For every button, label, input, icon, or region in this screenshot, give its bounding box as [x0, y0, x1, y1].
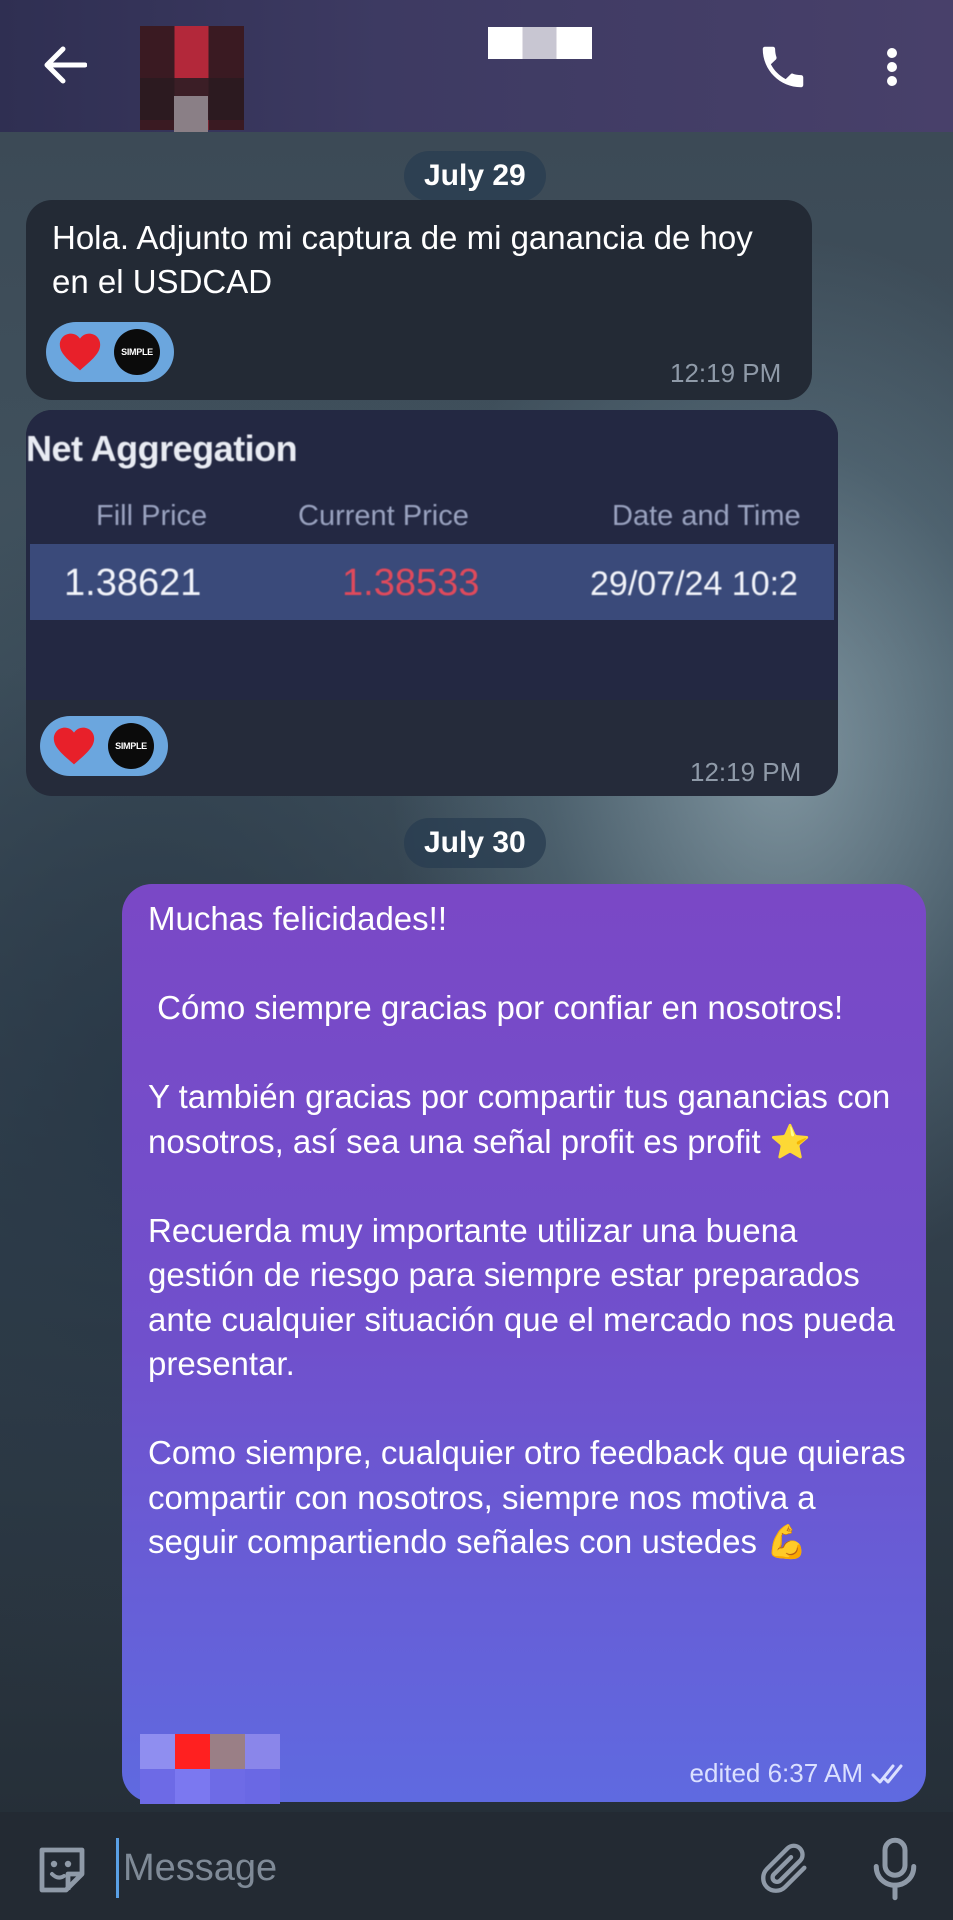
paragraph-spacer — [148, 1387, 908, 1432]
sticker-emoji-icon — [39, 1847, 85, 1893]
heart-icon — [59, 333, 101, 371]
reactor-avatar: SIMPLE — [114, 329, 160, 375]
more-vertical-icon — [887, 48, 897, 58]
date-time-cell: 29/07/24 10:2 — [590, 565, 798, 603]
column-header: Date and Time — [612, 500, 801, 532]
avatar-pixel-block — [174, 96, 208, 132]
reactions-pill[interactable]: SIMPLE — [46, 322, 174, 382]
message-text: Hola. Adjunto mi captura de mi ganancia … — [52, 219, 753, 300]
column-header: Current Price — [298, 500, 469, 532]
arrow-left-icon — [44, 46, 87, 84]
microphone-button[interactable] — [870, 1836, 920, 1902]
message-paragraph: Cómo siempre gracias por confiar en noso… — [148, 989, 844, 1026]
date-separator: July 29 — [404, 151, 546, 201]
message-paragraph: Y también gracias por compartir tus gana… — [148, 1078, 891, 1160]
message-input-bar — [0, 1812, 953, 1920]
sender-avatar — [140, 1734, 280, 1804]
chat-title[interactable] — [488, 27, 592, 59]
message-input[interactable] — [116, 1838, 716, 1898]
phone-icon — [762, 46, 804, 88]
chat-header — [0, 0, 953, 132]
back-button[interactable] — [40, 40, 90, 90]
message-paragraph: Como siempre, cualquier otro feedback qu… — [148, 1434, 906, 1560]
outgoing-message-text: Muchas felicidades!! Cómo siempre gracia… — [148, 897, 908, 1565]
date-separator: July 30 — [404, 818, 546, 868]
message-paragraph: Muchas felicidades!! — [148, 900, 447, 937]
paragraph-spacer — [148, 942, 908, 987]
heart-icon — [53, 727, 95, 765]
column-header: Fill Price — [96, 500, 208, 532]
paragraph-spacer — [148, 1031, 908, 1076]
paragraph-spacer — [148, 1164, 908, 1209]
message-time: 12:19 PM — [670, 358, 782, 388]
reactions-pill[interactable]: SIMPLE — [40, 716, 168, 776]
call-button[interactable] — [756, 40, 810, 94]
message-meta: edited 6:37 AM — [690, 1758, 911, 1789]
message-paragraph: Recuerda muy importante utilizar una bue… — [148, 1211, 895, 1383]
double-check-icon — [871, 1764, 903, 1783]
edited-time: edited 6:37 AM — [689, 1758, 863, 1788]
microphone-icon — [873, 1837, 917, 1901]
emoji-button[interactable] — [34, 1842, 90, 1898]
attach-button[interactable] — [756, 1840, 814, 1898]
more-vertical-icon — [887, 76, 897, 86]
more-vertical-icon — [887, 62, 897, 72]
screenshot-title: Net Aggregation — [26, 428, 298, 469]
reactor-avatar: SIMPLE — [108, 723, 154, 769]
more-options-button[interactable] — [880, 40, 904, 94]
trade-screenshot[interactable]: Net Aggregation Fill Price Current Price… — [26, 410, 838, 700]
message-time: 12:19 PM — [690, 757, 802, 787]
fill-price-cell: 1.38621 — [64, 562, 202, 604]
paperclip-icon — [761, 1843, 807, 1893]
current-price-cell: 1.38533 — [342, 562, 480, 604]
